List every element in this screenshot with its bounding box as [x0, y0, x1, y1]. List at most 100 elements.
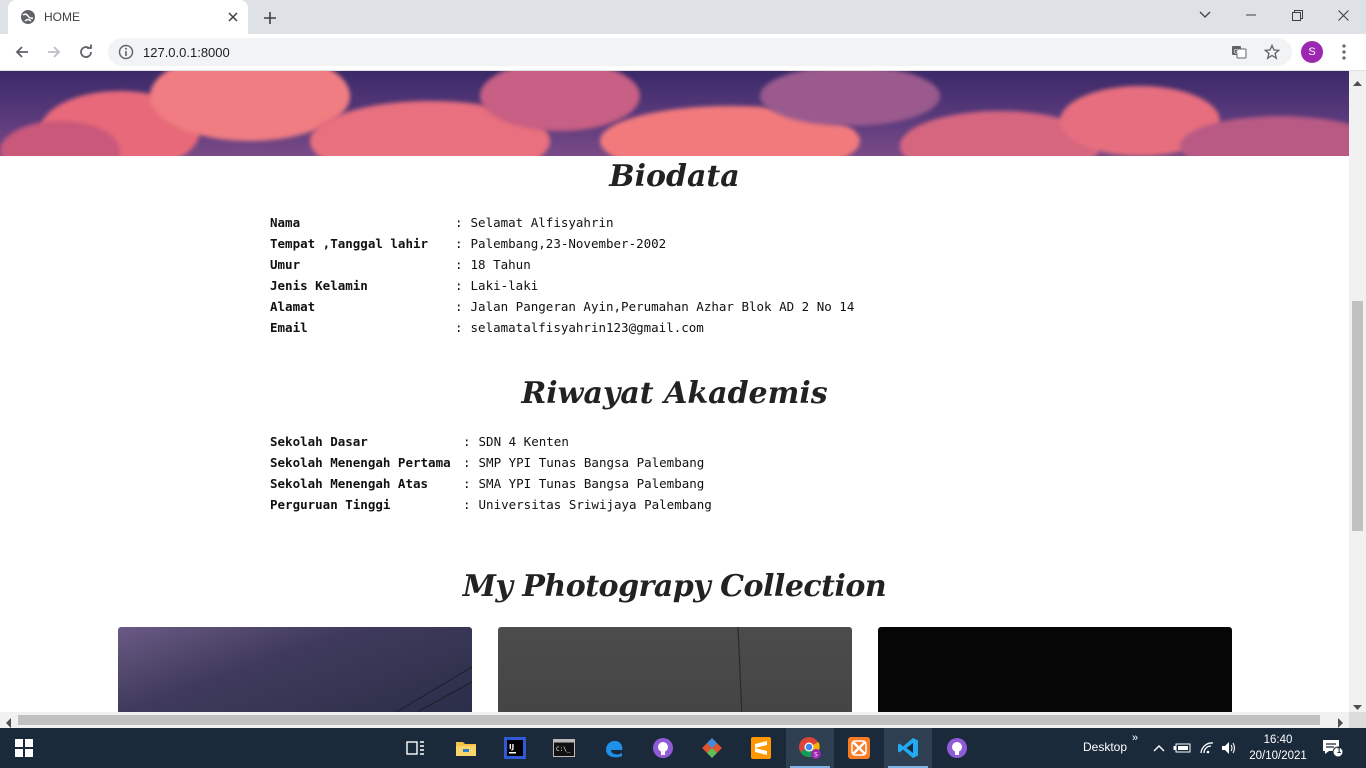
vertical-scrollbar[interactable] [1349, 71, 1366, 712]
separator: : [463, 434, 471, 449]
scroll-down-icon[interactable] [1353, 699, 1362, 710]
battery-icon[interactable] [1173, 739, 1191, 757]
close-tab-icon[interactable] [224, 8, 242, 26]
clock-date: 20/10/2021 [1249, 750, 1307, 762]
biodata-label: Jenis Kelamin [270, 278, 368, 293]
scroll-right-icon[interactable] [1336, 715, 1345, 728]
biodata-label: Alamat [270, 299, 316, 314]
forward-arrow-icon[interactable] [40, 38, 68, 66]
biodata-label: Umur [270, 257, 301, 272]
scroll-left-icon[interactable] [4, 715, 13, 728]
separator: : [455, 215, 463, 230]
volume-icon[interactable] [1220, 739, 1238, 757]
browser-toolbar: 127.0.0.1:8000 G S [0, 34, 1366, 71]
translate-icon[interactable]: G [1231, 44, 1247, 60]
biodata-label: Email [270, 320, 308, 335]
system-clock[interactable]: 16:40 20/10/2021 [1246, 732, 1310, 764]
more-menu-icon[interactable] [1336, 41, 1352, 63]
akademis-label: Sekolah Menengah Pertama [270, 455, 451, 470]
notification-badge: 1 [1336, 746, 1342, 755]
biodata-value: 18 Tahun [470, 257, 531, 272]
separator: : [463, 455, 471, 470]
tab-strip: HOME [0, 0, 1366, 34]
table-row: Perguruan Tinggi: Universitas Sriwijaya P… [270, 494, 712, 515]
show-hidden-icons-icon[interactable] [1150, 739, 1168, 757]
tab-home[interactable]: HOME [8, 0, 248, 34]
akademis-heading: Riwayat Akademis [521, 376, 828, 411]
bookmark-star-icon[interactable] [1264, 44, 1280, 60]
github-desktop-icon[interactable] [639, 728, 687, 768]
photo-card-dark[interactable] [878, 627, 1232, 712]
site-info-icon[interactable] [118, 44, 134, 60]
biodata-heading: Biodata [609, 159, 740, 194]
table-row: Email: selamatalfisyahrin123@gmail.com [270, 317, 854, 338]
table-row: Sekolah Menengah Pertama: SMP YPI Tunas B… [270, 452, 712, 473]
task-view-icon[interactable] [392, 728, 440, 768]
windows-start-icon[interactable] [0, 728, 48, 768]
address-bar[interactable]: 127.0.0.1:8000 G [108, 38, 1292, 66]
chrome-icon[interactable]: S [786, 728, 834, 768]
edge-icon[interactable] [590, 728, 638, 768]
back-arrow-icon[interactable] [8, 38, 36, 66]
horizontal-scrollbar[interactable] [0, 712, 1349, 728]
table-row: Sekolah Menengah Atas: SMA YPI Tunas Bang… [270, 473, 712, 494]
hero-banner-image [0, 71, 1349, 156]
url-text: 127.0.0.1:8000 [143, 45, 230, 60]
biodata-value: Jalan Pangeran Ayin,Perumahan Azhar Blok… [470, 299, 855, 314]
tab-title: HOME [44, 10, 80, 24]
table-row: Jenis Kelamin: Laki-laki [270, 275, 854, 296]
akademis-value: SMA YPI Tunas Bangsa Palembang [478, 476, 705, 491]
github-icon[interactable] [933, 728, 981, 768]
table-row: Nama: Selamat Alfisyahrin [270, 212, 854, 233]
akademis-label: Sekolah Dasar [270, 434, 368, 449]
akademis-value: Universitas Sriwijaya Palembang [478, 497, 712, 512]
globe-icon [20, 9, 36, 25]
clock-time: 16:40 [1263, 734, 1293, 746]
table-row: Sekolah Dasar: SDN 4 Kenten [270, 431, 712, 452]
biodata-value: Selamat Alfisyahrin [470, 215, 614, 230]
sublime-text-icon[interactable] [737, 728, 785, 768]
git-icon[interactable] [688, 728, 736, 768]
close-window-button[interactable] [1320, 0, 1366, 30]
biodata-value: selamatalfisyahrin123@gmail.com [470, 320, 704, 335]
page-viewport: Biodata Nama: Selamat Alfisyahrin Tempat … [0, 71, 1349, 712]
separator: : [455, 320, 463, 335]
biodata-value: Palembang,23-November-2002 [470, 236, 667, 251]
terminal-icon[interactable]: C:\_ [540, 728, 588, 768]
photo-card-wall[interactable] [498, 627, 852, 712]
desktop-toolbar-label[interactable]: Desktop [1083, 740, 1127, 754]
windows-taskbar: IJ C:\_ S Desktop » 16:40 20/10/2021 1 [0, 728, 1366, 768]
akademis-label: Perguruan Tinggi [270, 497, 391, 512]
separator: : [455, 299, 463, 314]
reload-icon[interactable] [72, 38, 100, 66]
svg-text:S: S [814, 752, 818, 759]
wifi-icon[interactable] [1198, 739, 1216, 757]
akademis-label: Sekolah Menengah Atas [270, 476, 429, 491]
photo-card-sky[interactable] [118, 627, 472, 712]
photo-collection-heading: My Photograpy Collection [462, 569, 887, 604]
profile-avatar[interactable]: S [1301, 41, 1323, 63]
file-explorer-icon[interactable] [442, 728, 490, 768]
table-row: Alamat: Jalan Pangeran Ayin,Perumahan Azh… [270, 296, 854, 317]
separator: : [455, 236, 463, 251]
separator: : [455, 278, 463, 293]
vscode-icon[interactable] [884, 728, 932, 768]
intellij-icon[interactable]: IJ [491, 728, 539, 768]
restore-button[interactable] [1274, 0, 1320, 30]
svg-text:IJ: IJ [509, 743, 514, 751]
table-row: Tempat ,Tanggal lahir: Palembang,23-Novem… [270, 233, 854, 254]
vertical-scroll-thumb[interactable] [1352, 301, 1363, 531]
toolbar-overflow-icon[interactable]: » [1132, 732, 1138, 744]
horizontal-scroll-thumb[interactable] [18, 715, 1320, 725]
table-row: Umur:18 Tahun [270, 254, 854, 275]
minimize-button[interactable] [1228, 0, 1274, 30]
separator: : [455, 257, 463, 272]
scroll-up-icon[interactable] [1353, 75, 1362, 86]
tab-search-icon[interactable] [1182, 0, 1228, 30]
xampp-icon[interactable] [835, 728, 883, 768]
separator: : [463, 497, 471, 512]
separator: : [463, 476, 471, 491]
akademis-table: Sekolah Dasar: SDN 4 Kenten Sekolah Menen… [270, 431, 712, 515]
notification-center-icon[interactable]: 1 [1322, 738, 1344, 758]
new-tab-button[interactable] [258, 6, 282, 30]
